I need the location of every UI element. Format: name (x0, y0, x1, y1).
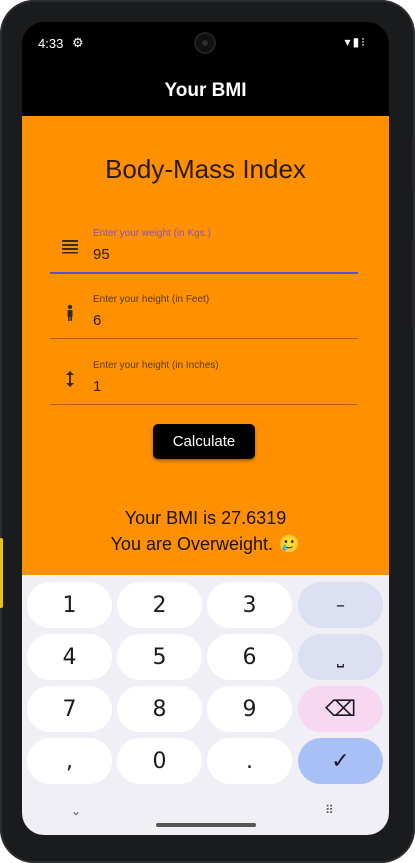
minus-key[interactable]: – (298, 582, 383, 628)
bmi-form: Body-Mass Index Enter your weight (in Kg… (22, 116, 389, 575)
hide-keyboard-icon[interactable]: ⌄ (71, 804, 81, 818)
camera-cutout (196, 34, 214, 52)
status-time: 4:33 (38, 36, 64, 51)
settings-gear-icon: ⚙ (72, 35, 84, 50)
key-4[interactable]: 4 (27, 634, 112, 680)
app-bar: Your BMI (22, 66, 389, 116)
screen: 4:33 ⚙ ▾▮⁝ Your BMI Body-Mass Index Ente… (22, 22, 389, 835)
key-6[interactable]: 6 (207, 634, 292, 680)
person-icon (60, 304, 80, 324)
height-feet-input[interactable] (93, 310, 343, 330)
key-9[interactable]: 9 (207, 686, 292, 732)
space-key[interactable]: ⎵ (298, 634, 383, 680)
phone-frame: 4:33 ⚙ ▾▮⁝ Your BMI Body-Mass Index Ente… (0, 0, 415, 863)
status-bar: 4:33 ⚙ ▾▮⁝ (22, 22, 389, 66)
key-5[interactable]: 5 (117, 634, 202, 680)
comma-key[interactable]: , (27, 738, 112, 784)
weight-label: Enter your weight (in Kgs.) (93, 228, 211, 239)
battery-icon: ▮ (352, 35, 362, 49)
page-title: Body-Mass Index (105, 154, 306, 184)
numeric-keyboard: 1 2 3 – 4 5 6 ⎵ 7 8 9 ⌫ , 0 . ✓ ⌄ ⠿ (22, 575, 389, 835)
height-feet-label: Enter your height (in Feet) (93, 294, 210, 305)
app-bar-title: Your BMI (164, 80, 247, 101)
wifi-icon: ▾ (344, 35, 353, 49)
done-key[interactable]: ✓ (298, 738, 383, 784)
key-2[interactable]: 2 (117, 582, 202, 628)
dots-icon: ⁝ (361, 35, 367, 49)
period-key[interactable]: . (207, 738, 292, 784)
key-7[interactable]: 7 (27, 686, 112, 732)
height-inches-input[interactable] (93, 376, 343, 396)
key-8[interactable]: 8 (117, 686, 202, 732)
key-3[interactable]: 3 (207, 582, 292, 628)
key-0[interactable]: 0 (117, 738, 202, 784)
backspace-key[interactable]: ⌫ (298, 686, 383, 732)
height-inches-label: Enter your height (in Inches) (93, 360, 219, 371)
weight-lines-icon (60, 238, 80, 258)
gesture-bar (156, 823, 256, 827)
bmi-category: You are Overweight. 🥲 (110, 534, 301, 554)
weight-field[interactable]: Enter your weight (in Kgs.) (50, 216, 358, 274)
height-inches-field[interactable]: Enter your height (in Inches) (50, 348, 358, 405)
status-icons: ▾▮⁝ (345, 35, 367, 49)
calculate-button[interactable]: Calculate (153, 424, 255, 459)
weight-input[interactable] (93, 244, 343, 264)
bmi-result: Your BMI is 27.6319 (124, 508, 287, 528)
keyboard-switch-icon[interactable]: ⠿ (325, 803, 335, 817)
side-indicator (0, 538, 3, 608)
height-feet-field[interactable]: Enter your height (in Feet) (50, 282, 358, 339)
vertical-arrows-icon (60, 370, 80, 390)
key-1[interactable]: 1 (27, 582, 112, 628)
